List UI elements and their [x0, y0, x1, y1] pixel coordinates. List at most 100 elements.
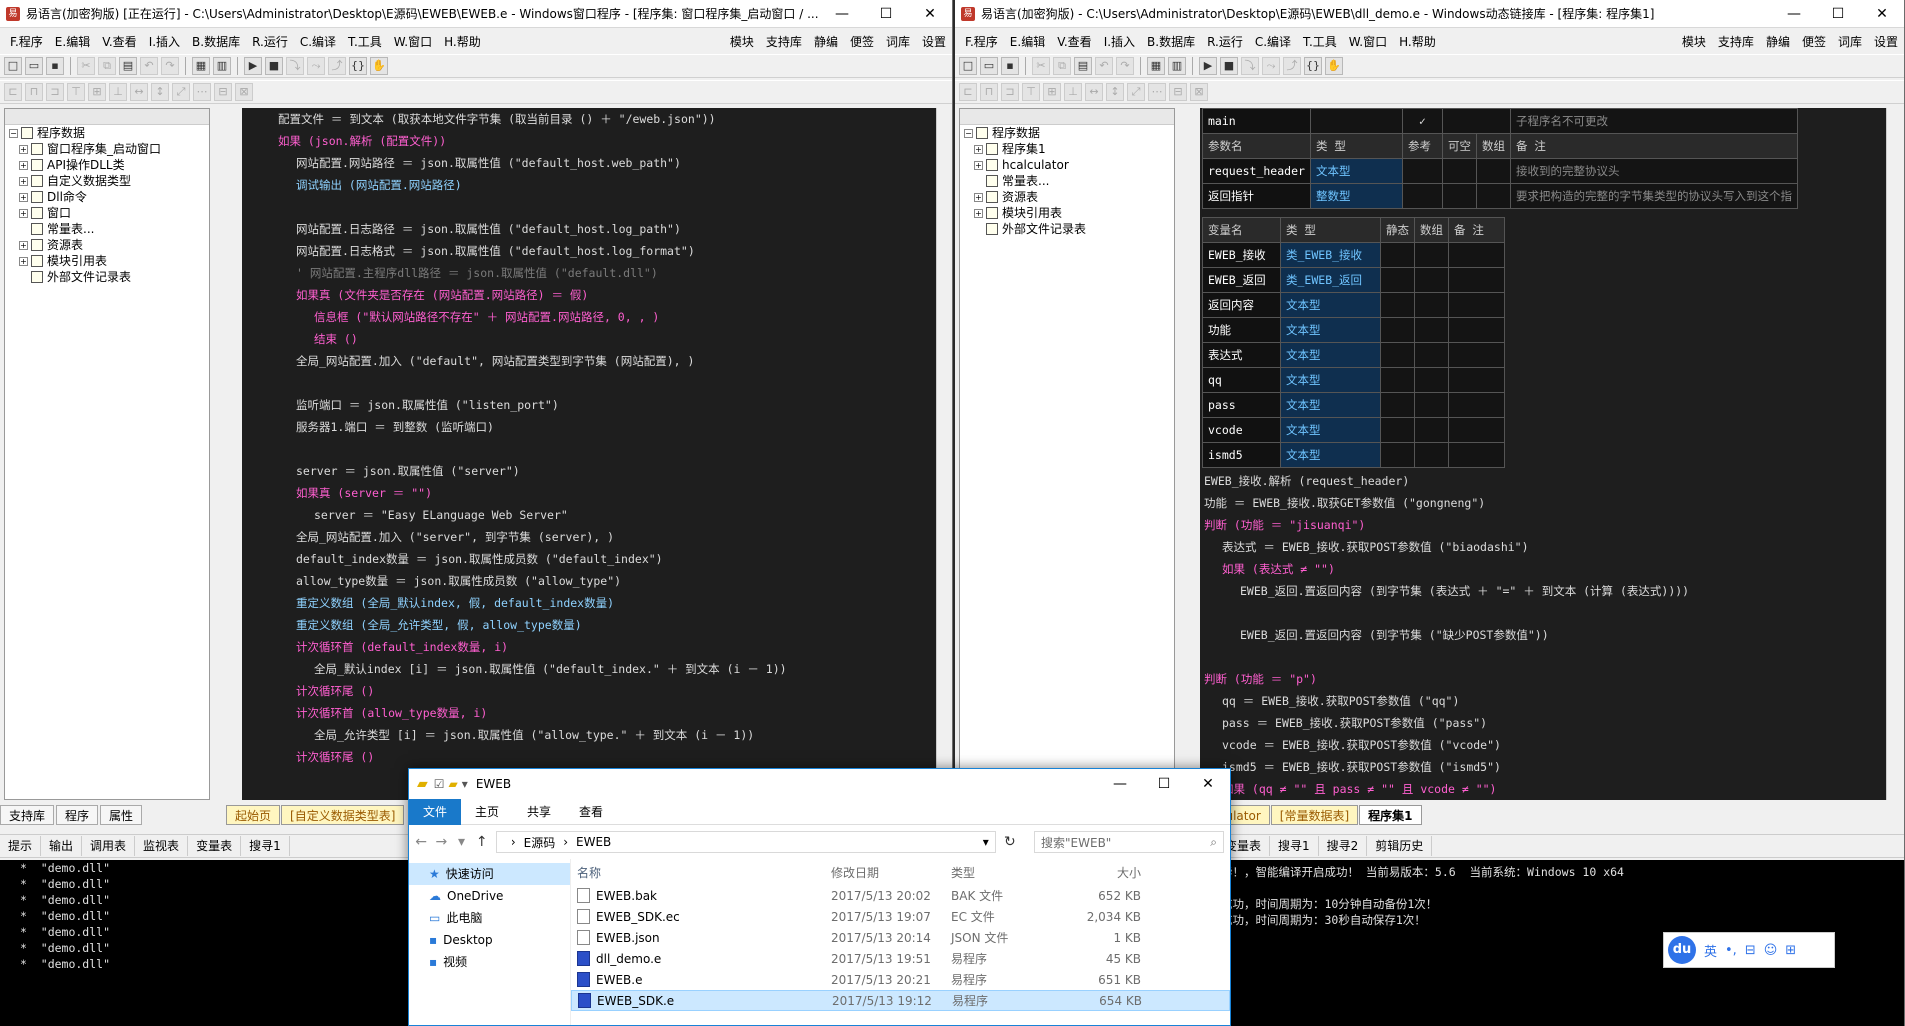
- menu-item[interactable]: T.工具: [1297, 33, 1343, 50]
- center-v-icon[interactable]: ⊠: [1190, 83, 1208, 101]
- param-ref-cell[interactable]: [1402, 183, 1443, 209]
- code-line[interactable]: 表达式 ＝ EWEB_接收.获取POST参数值 ("biaodashi"): [1202, 536, 1886, 558]
- var-name-cell[interactable]: pass: [1202, 392, 1281, 418]
- layout2-icon[interactable]: ▥: [213, 57, 231, 75]
- open-file-icon[interactable]: ▭: [25, 57, 43, 75]
- menu-right-item[interactable]: 设置: [916, 33, 952, 50]
- copy-icon[interactable]: ⧉: [98, 57, 116, 75]
- menu-item[interactable]: W.窗口: [1343, 33, 1393, 50]
- var-static-cell[interactable]: [1380, 417, 1415, 443]
- tree-node[interactable]: + 窗口: [5, 205, 209, 221]
- var-note-cell[interactable]: [1448, 367, 1505, 393]
- save-icon[interactable]: ▪: [1001, 57, 1019, 75]
- hand-icon[interactable]: ✋: [1325, 57, 1343, 75]
- code-line[interactable]: 全局_默认index [i] ＝ json.取属性值 ("default_ind…: [242, 658, 937, 680]
- user-icon[interactable]: ☺: [1764, 943, 1778, 958]
- column-header[interactable]: 修改日期: [831, 864, 951, 881]
- code-line[interactable]: 计次循环首 (default_index数量, i): [242, 636, 937, 658]
- step-icon[interactable]: ⤵: [286, 57, 304, 75]
- center-h-icon[interactable]: ⊟: [1169, 83, 1187, 101]
- menu-right-item[interactable]: 静编: [1760, 33, 1796, 50]
- address-bar[interactable]: › E源码 › EWEB ▾: [495, 831, 996, 853]
- code-line[interactable]: default_index数量 ＝ json.取属性成员数 ("default_…: [242, 548, 937, 570]
- param-type-cell[interactable]: 文本型: [1310, 158, 1403, 184]
- bottom-tool-tab[interactable]: 调用表: [82, 836, 136, 856]
- tree-node[interactable]: + 自定义数据类型: [5, 173, 209, 189]
- left-code-scrollbar[interactable]: [936, 108, 952, 800]
- bottom-tool-tab[interactable]: 提示: [0, 836, 42, 856]
- redo-icon[interactable]: ↷: [161, 57, 179, 75]
- code-line[interactable]: 信息框 ("默认网站路径不存在" ＋ 网站配置.网站路径, 0, , ): [242, 306, 937, 328]
- tree-node[interactable]: + hcalculator: [960, 157, 1174, 173]
- code-line[interactable]: [242, 438, 937, 460]
- expand-toggle-icon[interactable]: +: [974, 160, 983, 170]
- menu-item[interactable]: B.数据库: [186, 33, 246, 50]
- stop-icon[interactable]: ■: [265, 57, 283, 75]
- menu-right-item[interactable]: 支持库: [1712, 33, 1760, 50]
- redo-icon[interactable]: ↷: [1116, 57, 1134, 75]
- code-line[interactable]: [1202, 646, 1886, 668]
- code-line[interactable]: EWEB_返回.置返回内容 (到字节集 (表达式 ＋ "=" ＋ 到文本 (计算…: [1202, 580, 1886, 602]
- var-note-cell[interactable]: [1448, 417, 1505, 443]
- menu-item[interactable]: V.查看: [96, 33, 142, 50]
- maximize-button[interactable]: ☐: [1816, 0, 1860, 27]
- right-code-editor[interactable]: main ✓ 子程序名不可更改 参数名类 型参考 可空 数组备 注 request_head…: [1200, 108, 1886, 800]
- tree-node[interactable]: + Dll命令: [5, 189, 209, 205]
- tree-node[interactable]: + 程序集1: [960, 141, 1174, 157]
- path-segment[interactable]: EWEB: [576, 835, 611, 849]
- code-line[interactable]: 如果 (json.解析 (配置文件)): [242, 130, 937, 152]
- file-row[interactable]: EWEB.json 2017/5/13 20:14 JSON 文件 1 KB: [571, 927, 1230, 948]
- align-bottom-icon[interactable]: ⊥: [109, 83, 127, 101]
- menu-item[interactable]: H.帮助: [438, 33, 487, 50]
- align-center-icon[interactable]: ⊓: [25, 83, 43, 101]
- path-segment[interactable]: E源码: [524, 834, 556, 851]
- panel-tab[interactable]: 程序: [56, 805, 99, 825]
- same-height-icon[interactable]: ↕: [151, 83, 169, 101]
- menu-right-item[interactable]: 支持库: [760, 33, 808, 50]
- var-array-cell[interactable]: [1414, 367, 1449, 393]
- code-line[interactable]: 全局_网站配置.加入 ("server", 到字节集 (server), ): [242, 526, 937, 548]
- editor-tab[interactable]: [常量数据表]: [1270, 805, 1359, 825]
- menu-item[interactable]: I.插入: [1098, 33, 1141, 50]
- var-array-cell[interactable]: [1414, 317, 1449, 343]
- nav-item[interactable]: ▭ 此电脑: [409, 907, 570, 929]
- ribbon-tab[interactable]: 主页: [461, 799, 513, 825]
- step-out-icon[interactable]: ⤴: [328, 57, 346, 75]
- close-button[interactable]: ✕: [1186, 770, 1230, 798]
- address-dropdown-icon[interactable]: ▾: [983, 835, 995, 849]
- var-name-cell[interactable]: vcode: [1202, 417, 1281, 443]
- align-center-icon[interactable]: ⊓: [980, 83, 998, 101]
- expand-toggle-icon[interactable]: +: [974, 192, 983, 202]
- var-static-cell[interactable]: [1380, 317, 1415, 343]
- align-right-icon[interactable]: ⊐: [46, 83, 64, 101]
- code-line[interactable]: pass ＝ EWEB_接收.获取POST参数值 ("pass"): [1202, 712, 1886, 734]
- code-line[interactable]: 网站配置.日志路径 ＝ json.取属性值 ("default_host.log…: [242, 218, 937, 240]
- file-row[interactable]: EWEB.bak 2017/5/13 20:02 BAK 文件 652 KB: [571, 885, 1230, 906]
- save-icon[interactable]: ▪: [46, 57, 64, 75]
- minimize-button[interactable]: —: [1098, 770, 1142, 798]
- var-name-cell[interactable]: 功能: [1202, 317, 1281, 343]
- expand-toggle-icon[interactable]: +: [974, 208, 983, 218]
- code-line[interactable]: server ＝ json.取属性值 ("server"): [242, 460, 937, 482]
- column-header[interactable]: 名称: [571, 864, 831, 881]
- code-line[interactable]: 如果真 (文件夹是否存在 (网站配置.网站路径) ＝ 假): [242, 284, 937, 306]
- refresh-icon[interactable]: ↻: [1004, 834, 1016, 850]
- breakpoint-icon[interactable]: {}: [1304, 57, 1322, 75]
- tree-node[interactable]: − 程序数据: [960, 125, 1174, 141]
- menu-item[interactable]: F.程序: [959, 33, 1004, 50]
- properties-icon[interactable]: ☑: [434, 777, 445, 791]
- align-left-icon[interactable]: ⊏: [959, 83, 977, 101]
- var-note-cell[interactable]: [1448, 392, 1505, 418]
- same-size-icon[interactable]: ⤢: [1127, 83, 1145, 101]
- param-type-cell[interactable]: 整数型: [1310, 183, 1403, 209]
- file-row[interactable]: EWEB_SDK.ec 2017/5/13 19:07 EC 文件 2,034 KB: [571, 906, 1230, 927]
- panel-tab[interactable]: 支持库: [0, 805, 55, 825]
- var-array-cell[interactable]: [1414, 267, 1449, 293]
- code-line[interactable]: 配置文件 ＝ 到文本 (取获本地文件字节集 (取当前目录 () ＋ "/eweb…: [242, 108, 937, 130]
- menu-item[interactable]: V.查看: [1051, 33, 1097, 50]
- code-line[interactable]: 服务器1.端口 ＝ 到整数 (监听端口): [242, 416, 937, 438]
- new-file-icon[interactable]: □: [4, 57, 22, 75]
- baidu-ime-logo[interactable]: du: [1668, 936, 1696, 964]
- bottom-tool-tab[interactable]: 搜寻2: [1319, 836, 1368, 856]
- var-name-cell[interactable]: EWEB_接收: [1202, 242, 1281, 268]
